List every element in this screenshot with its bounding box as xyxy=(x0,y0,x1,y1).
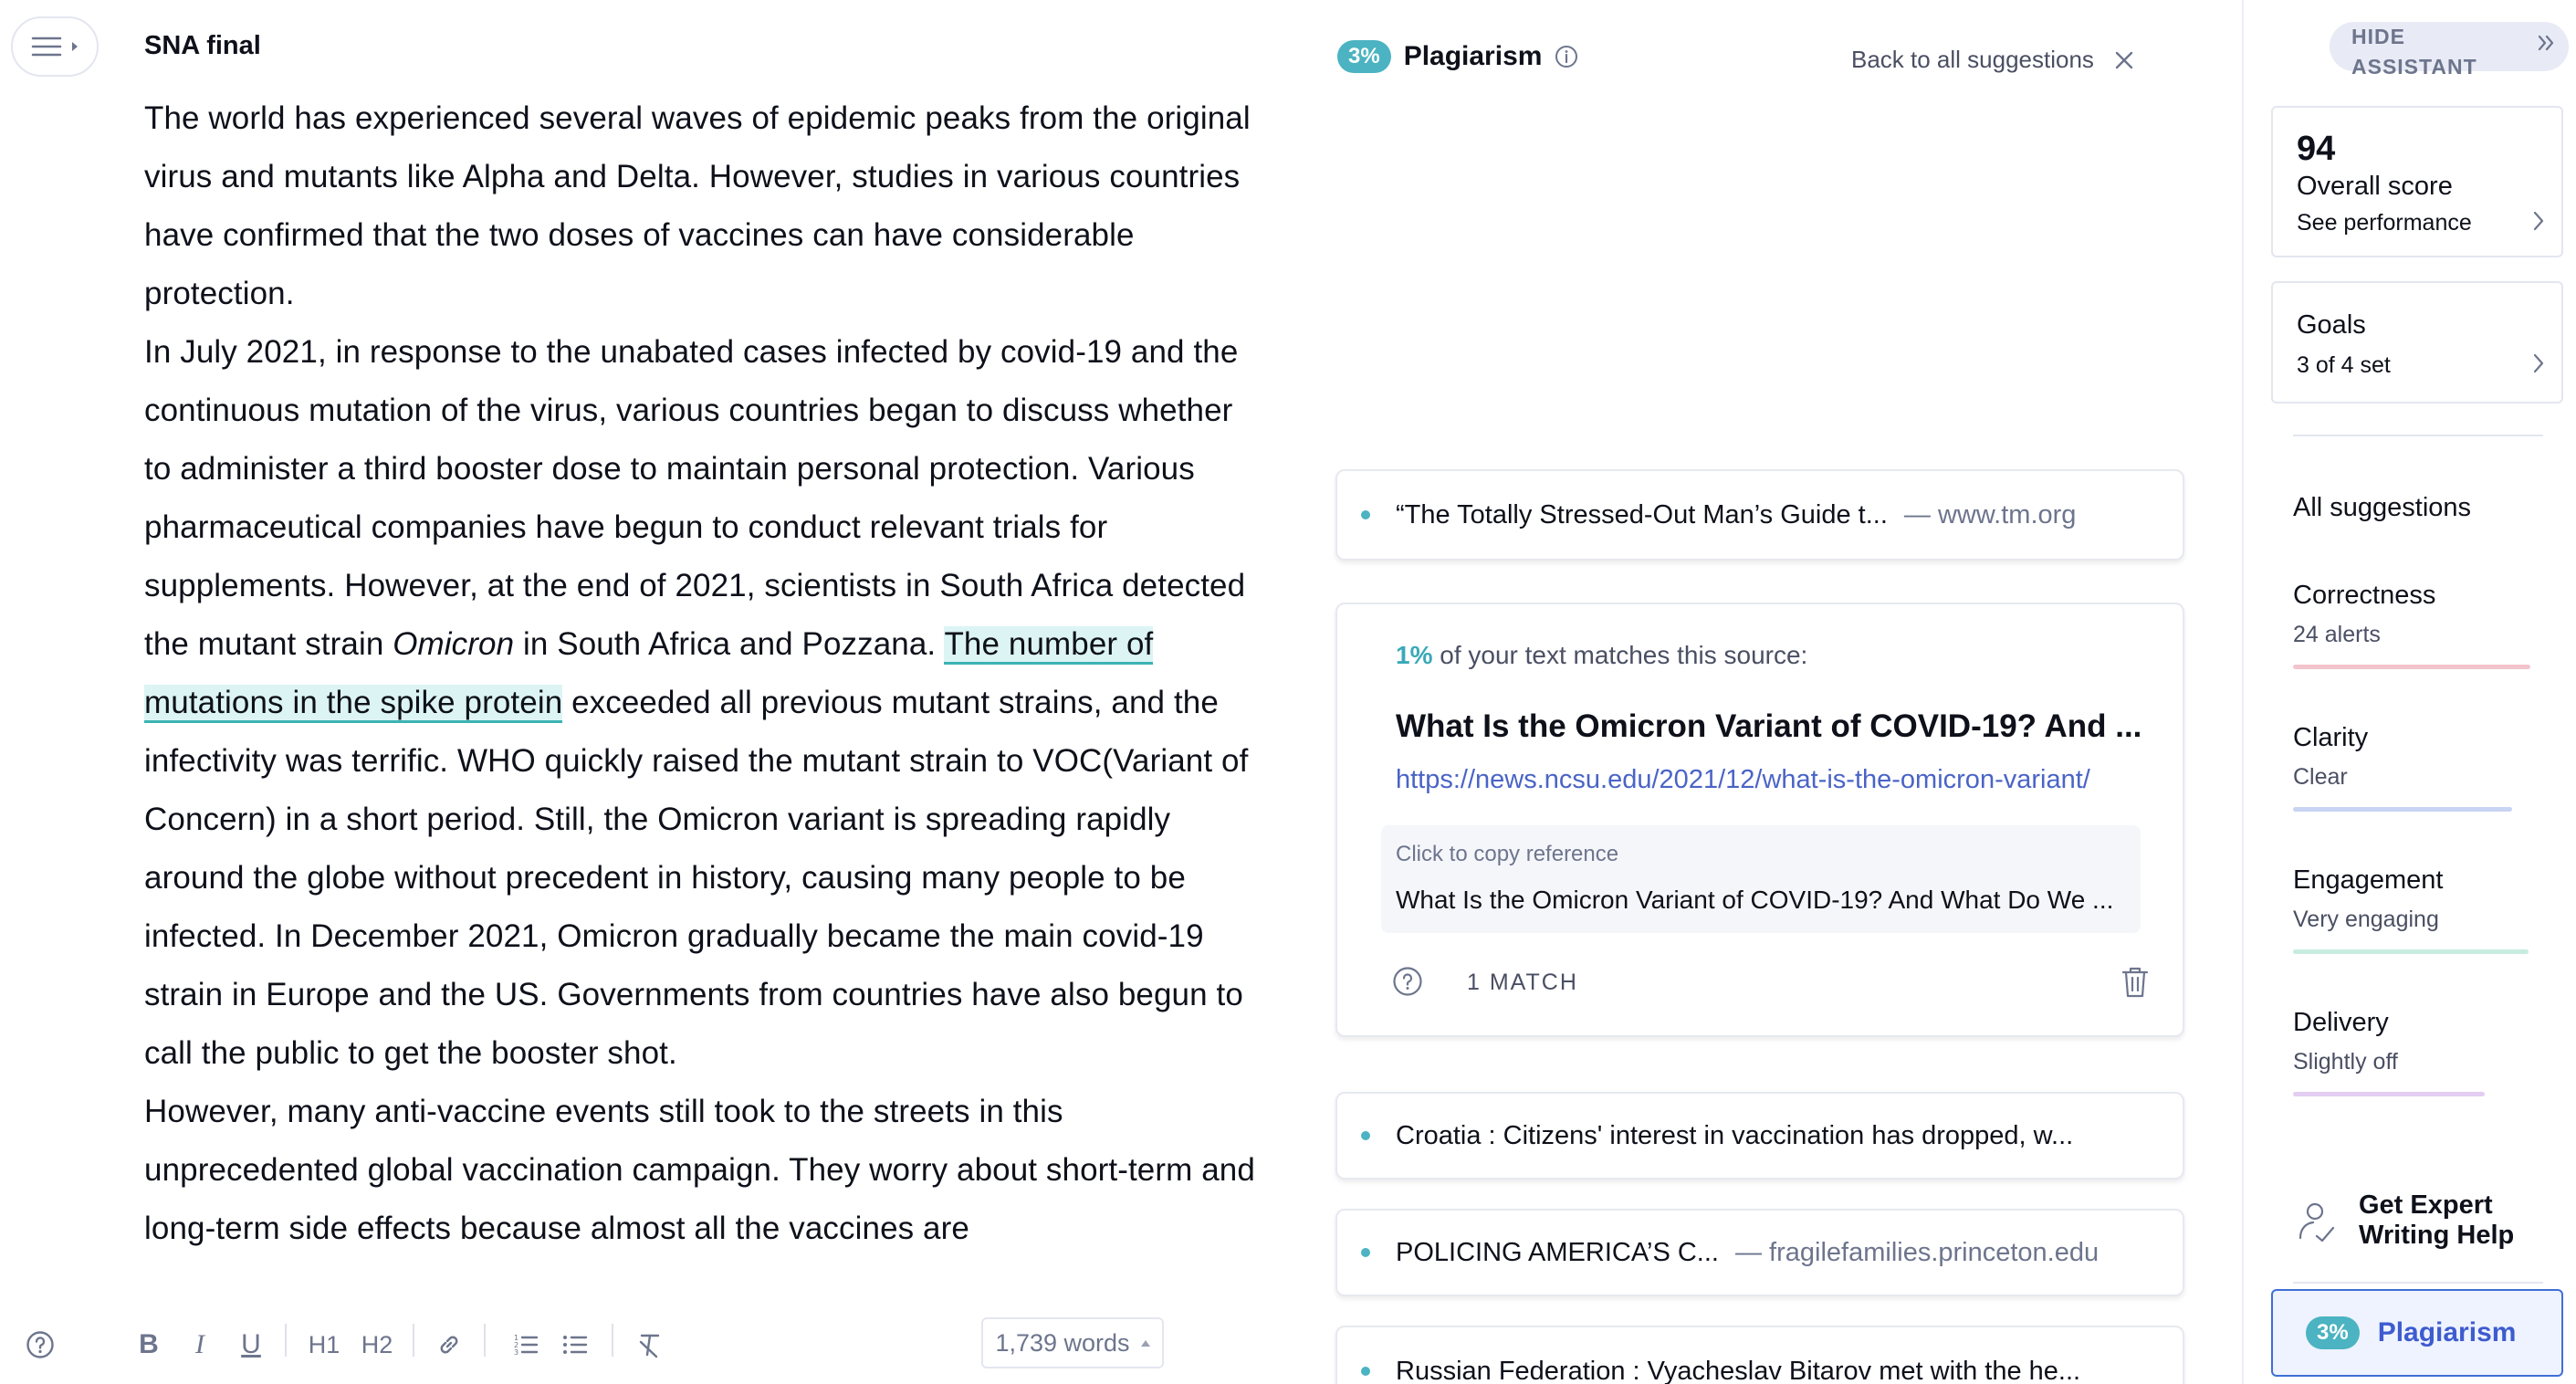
menu-button[interactable] xyxy=(11,16,99,77)
copy-reference-label: Click to copy reference xyxy=(1396,842,1619,866)
goals-title: Goals xyxy=(2297,310,2366,340)
menu-icon xyxy=(31,37,62,57)
paragraph-1[interactable]: The world has experienced several waves … xyxy=(144,89,1267,323)
question-circle-icon[interactable] xyxy=(1392,966,1423,997)
link-icon xyxy=(440,1336,458,1354)
source-card[interactable]: “The Totally Stressed-Out Man’s Guide t.… xyxy=(1335,469,2184,561)
plagiarism-title: Plagiarism xyxy=(1403,41,1543,71)
toolbar-divider xyxy=(612,1324,613,1357)
clear-formatting-button[interactable] xyxy=(634,1322,666,1368)
goals-status: 3 of 4 set xyxy=(2297,352,2391,378)
italic-button[interactable]: I xyxy=(184,1322,215,1368)
back-to-suggestions-link[interactable]: Back to all suggestions xyxy=(1851,46,2134,74)
overall-score-label: Overall score xyxy=(2297,172,2453,201)
source-domain: — fragilefamilies.princeton.edu xyxy=(1734,1237,2100,1267)
all-suggestions-link[interactable]: All suggestions xyxy=(2293,493,2471,523)
close-icon[interactable] xyxy=(2114,50,2134,70)
svg-text:3: 3 xyxy=(514,1348,518,1357)
source-title: POLICING AMERICA’S C... xyxy=(1396,1237,1719,1267)
source-url-link[interactable]: https://news.ncsu.edu/2021/12/what-is-th… xyxy=(1396,765,2090,795)
source-title: What Is the Omicron Variant of COVID-19?… xyxy=(1396,708,2142,744)
toolbar-divider xyxy=(484,1324,486,1357)
source-card[interactable]: POLICING AMERICA’S C... — fragilefamilie… xyxy=(1335,1209,2184,1296)
bold-button[interactable]: B xyxy=(133,1322,164,1368)
question-circle-icon xyxy=(26,1331,54,1358)
plagiarism-button[interactable]: 3% Plagiarism xyxy=(2271,1289,2563,1377)
source-card[interactable]: Croatia : Citizens' interest in vaccinat… xyxy=(1335,1092,2184,1180)
bullet-list-button[interactable] xyxy=(559,1322,592,1368)
get-expert-help-button[interactable]: Get Expert Writing Help xyxy=(2293,1190,2514,1251)
copy-reference-text: What Is the Omicron Variant of COVID-19?… xyxy=(1396,886,2114,914)
source-dot xyxy=(1361,1248,1370,1257)
info-icon[interactable] xyxy=(1555,45,1578,68)
clear-formatting-icon xyxy=(639,1334,660,1358)
sidebar-divider xyxy=(2293,435,2543,436)
match-percent-line: 1% of your text matches this source: xyxy=(1396,641,1808,669)
caret-right-icon xyxy=(72,42,78,51)
overall-score-card[interactable]: 94 Overall score See performance xyxy=(2271,106,2563,257)
numbered-list-icon: 123 xyxy=(514,1334,539,1357)
heading2-button[interactable]: H2 xyxy=(358,1322,396,1368)
source-dot xyxy=(1361,1131,1370,1140)
chevron-right-icon xyxy=(2533,353,2544,373)
category-clarity[interactable]: Clarity Clear xyxy=(2293,723,2512,812)
category-engagement[interactable]: Engagement Very engaging xyxy=(2293,865,2529,954)
goals-card[interactable]: Goals 3 of 4 set xyxy=(2271,281,2563,404)
underline-button[interactable]: U xyxy=(236,1322,267,1368)
overall-score-value: 94 xyxy=(2297,130,2336,168)
numbered-list-button[interactable]: 123 xyxy=(509,1322,542,1368)
trash-icon[interactable] xyxy=(2120,966,2150,999)
category-delivery[interactable]: Delivery Slightly off xyxy=(2293,1008,2485,1096)
paragraph-2[interactable]: In July 2021, in response to the unabate… xyxy=(144,323,1267,1083)
source-title: Croatia : Citizens' interest in vaccinat… xyxy=(1396,1120,2074,1150)
source-title: “The Totally Stressed-Out Man’s Guide t.… xyxy=(1396,499,1888,529)
expanded-source-card[interactable]: 1% of your text matches this source: Wha… xyxy=(1335,603,2184,1037)
category-bar xyxy=(2293,949,2529,954)
document-title[interactable]: SNA final xyxy=(144,31,261,61)
toolbar-divider xyxy=(285,1324,287,1357)
source-card[interactable]: Russian Federation : Vyacheslav Bitarov … xyxy=(1335,1326,2184,1384)
heading1-button[interactable]: H1 xyxy=(305,1322,343,1368)
link-button[interactable] xyxy=(433,1322,466,1368)
word-count-button[interactable]: 1,739 words xyxy=(981,1317,1164,1368)
caret-up-icon xyxy=(1140,1340,1150,1347)
help-button[interactable] xyxy=(22,1322,58,1368)
sidebar-divider xyxy=(2293,1282,2543,1284)
plagiarism-header: 3% Plagiarism xyxy=(1337,40,1578,73)
see-performance-link[interactable]: See performance xyxy=(2297,210,2472,236)
copy-reference-box[interactable]: Click to copy reference What Is the Omic… xyxy=(1381,825,2141,933)
source-domain: — www.tm.org xyxy=(1903,499,2077,529)
category-bar xyxy=(2293,665,2530,669)
source-title: Russian Federation : Vyacheslav Bitarov … xyxy=(1396,1356,2081,1384)
plagiarism-percent-badge: 3% xyxy=(2306,1316,2360,1349)
source-dot xyxy=(1361,510,1370,519)
bullet-list-icon xyxy=(563,1336,588,1354)
document-editor[interactable]: The world has experienced several waves … xyxy=(144,89,1267,1295)
double-chevron-right-icon xyxy=(2538,35,2554,51)
plagiarism-percent-badge: 3% xyxy=(1337,40,1391,73)
source-dot xyxy=(1361,1367,1370,1376)
category-correctness[interactable]: Correctness 24 alerts xyxy=(2293,581,2530,669)
toolbar-divider xyxy=(413,1324,414,1357)
category-bar xyxy=(2293,1092,2485,1096)
expert-person-icon xyxy=(2299,1202,2335,1242)
match-count[interactable]: 1 MATCH xyxy=(1467,970,1578,996)
paragraph-3[interactable]: However, many anti-vaccine events still … xyxy=(144,1083,1267,1258)
chevron-right-icon xyxy=(2533,211,2544,231)
hide-assistant-button[interactable]: HIDE ASSISTANT xyxy=(2330,22,2569,79)
category-bar xyxy=(2293,807,2512,812)
